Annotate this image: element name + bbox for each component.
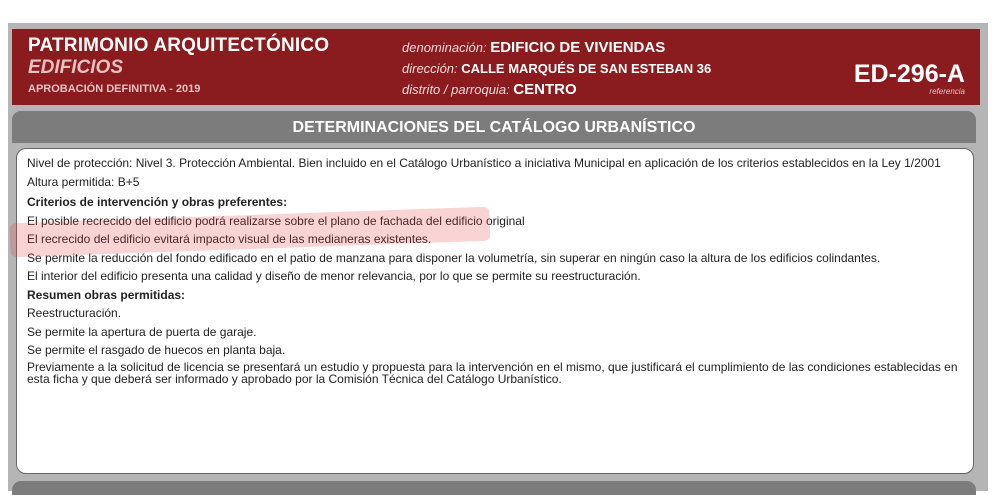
reference-code: ED-296-A — [853, 60, 965, 88]
denominacion-row: denominación: EDIFICIO DE VIVIENDAS — [402, 39, 666, 56]
direccion-label: dirección — [402, 61, 455, 76]
header-details: denominación: EDIFICIO DE VIVIENDAS dire… — [402, 37, 711, 100]
next-section-bar — [12, 481, 976, 495]
header-subtitle: EDIFICIOS — [28, 57, 124, 78]
distrito-value: CENTRO — [513, 81, 577, 98]
sheet-header: PATRIMONIO ARQUITECTÓNICO EDIFICIOS APRO… — [12, 29, 980, 105]
criterio-item: Se permite la reducción del fondo edific… — [27, 250, 881, 265]
header-title: PATRIMONIO ARQUITECTÓNICO — [28, 35, 330, 56]
direccion-value: CALLE MARQUÉS DE SAN ESTEBAN 36 — [461, 61, 712, 76]
reference-block: ED-296-A referencia — [854, 61, 965, 96]
criterio-item: El recrecido del edificio evitará impact… — [27, 232, 432, 246]
resumen-item: Se permite el rasgado de huecos en plant… — [27, 343, 286, 357]
criterio-item: El interior del edificio presenta una ca… — [27, 269, 641, 283]
altura-text: Altura permitida: B+5 — [27, 174, 140, 189]
approval-label: APROBACIÓN DEFINITIVA - 2019 — [28, 83, 201, 95]
direccion-row: dirección: CALLE MARQUÉS DE SAN ESTEBAN … — [402, 61, 712, 76]
nota-text: Previamente a la solicitud de licencia s… — [27, 359, 958, 386]
header-left: PATRIMONIO ARQUITECTÓNICO EDIFICIOS APRO… — [28, 35, 329, 95]
proteccion-text: Nivel de protección: Nivel 3. Protección… — [27, 156, 941, 170]
determinaciones-panel: Nivel de protección: Nivel 3. Protección… — [16, 148, 974, 474]
section-title: DETERMINACIONES DEL CATÁLOGO URBANÍSTICO — [12, 111, 976, 143]
resumen-item: Se permite la apertura de puerta de gara… — [27, 324, 257, 339]
distrito-row: distrito / parroquia: CENTRO — [402, 81, 577, 98]
denominacion-label: denominación — [402, 40, 483, 55]
resumen-item: Reestructuración. — [27, 306, 122, 320]
resumen-heading: Resumen obras permitidas: — [27, 287, 186, 302]
distrito-label: distrito / parroquia — [402, 82, 507, 97]
criterios-heading: Criterios de intervención y obras prefer… — [27, 195, 288, 209]
reference-label: referencia — [929, 87, 965, 96]
denominacion-value: EDIFICIO DE VIVIENDAS — [490, 39, 666, 56]
criterio-item: El posible recrecido del edificio podrá … — [27, 213, 525, 228]
